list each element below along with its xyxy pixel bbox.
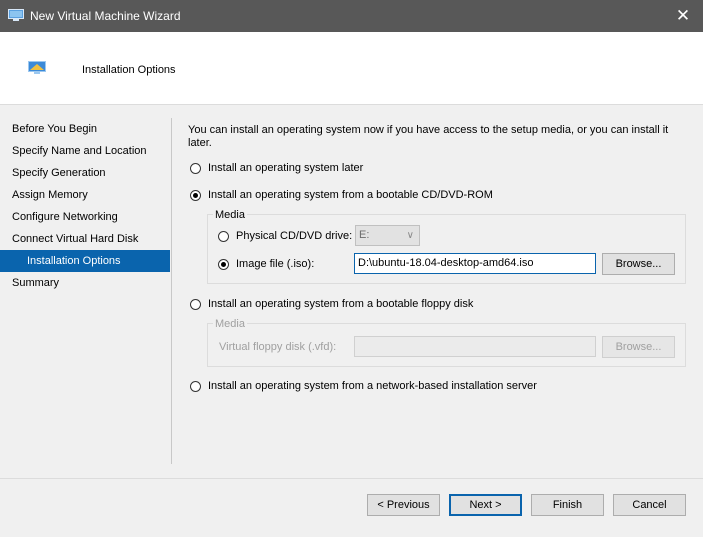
install-network-label: Install an operating system from a netwo… bbox=[208, 380, 537, 392]
wizard-header: Installation Options bbox=[0, 32, 703, 105]
install-network-radio[interactable] bbox=[190, 380, 201, 392]
installation-options-icon bbox=[28, 61, 46, 74]
floppy-disk-path-input[interactable] bbox=[354, 336, 596, 357]
nav-item-configure-networking[interactable]: Configure Networking bbox=[0, 206, 170, 228]
nav-item-specify-name-and-location[interactable]: Specify Name and Location bbox=[0, 140, 170, 162]
install-later-label: Install an operating system later bbox=[208, 162, 364, 174]
virtual-machine-icon bbox=[8, 9, 24, 21]
option-install-later[interactable]: Install an operating system later bbox=[190, 162, 363, 174]
install-cd-dvd-label: Install an operating system from a boota… bbox=[208, 189, 493, 201]
nav-item-installation-options[interactable]: Installation Options bbox=[0, 250, 170, 272]
nav-item-summary[interactable]: Summary bbox=[0, 272, 170, 294]
physical-drive-label: Physical CD/DVD drive: bbox=[236, 230, 353, 242]
option-physical-drive[interactable]: Physical CD/DVD drive: bbox=[218, 230, 352, 242]
option-image-file[interactable]: Image file (.iso): bbox=[218, 258, 314, 270]
previous-button[interactable]: < Previous bbox=[367, 494, 440, 516]
next-button[interactable]: Next > bbox=[449, 494, 522, 516]
image-file-path-input[interactable]: D:\ubuntu-18.04-desktop-amd64.iso bbox=[354, 253, 596, 274]
cd-media-legend: Media bbox=[213, 209, 247, 221]
close-icon: ✕ bbox=[675, 6, 691, 25]
nav-item-specify-generation[interactable]: Specify Generation bbox=[0, 162, 170, 184]
install-cd-dvd-radio[interactable] bbox=[190, 189, 201, 201]
description-text: You can install an operating system now … bbox=[188, 124, 669, 149]
option-install-network[interactable]: Install an operating system from a netwo… bbox=[190, 380, 537, 392]
chevron-down-icon: ∨ bbox=[406, 230, 414, 241]
image-file-label: Image file (.iso): bbox=[236, 258, 315, 270]
close-button[interactable]: ✕ bbox=[663, 0, 703, 32]
wizard-steps-nav: Before You Begin Specify Name and Locati… bbox=[0, 118, 170, 294]
image-file-radio[interactable] bbox=[218, 258, 229, 270]
install-floppy-label: Install an operating system from a boota… bbox=[208, 298, 474, 310]
install-later-radio[interactable] bbox=[190, 162, 201, 174]
floppy-disk-label: Virtual floppy disk (.vfd): bbox=[219, 341, 337, 353]
browse-iso-button[interactable]: Browse... bbox=[602, 253, 675, 275]
physical-drive-value: E: bbox=[359, 229, 370, 241]
option-install-cd-dvd[interactable]: Install an operating system from a boota… bbox=[190, 189, 493, 201]
title-bar: New Virtual Machine Wizard ✕ bbox=[0, 0, 703, 32]
page-title: Installation Options bbox=[82, 64, 176, 76]
cancel-button[interactable]: Cancel bbox=[613, 494, 686, 516]
install-floppy-radio[interactable] bbox=[190, 298, 201, 310]
option-install-floppy[interactable]: Install an operating system from a boota… bbox=[190, 298, 473, 310]
nav-divider bbox=[171, 118, 172, 464]
nav-item-connect-virtual-hard-disk[interactable]: Connect Virtual Hard Disk bbox=[0, 228, 170, 250]
nav-item-before-you-begin[interactable]: Before You Begin bbox=[0, 118, 170, 140]
browse-floppy-button[interactable]: Browse... bbox=[602, 336, 675, 358]
physical-drive-radio[interactable] bbox=[218, 230, 229, 242]
physical-drive-select[interactable]: E: ∨ bbox=[355, 225, 420, 246]
floppy-media-legend: Media bbox=[213, 318, 247, 330]
nav-item-assign-memory[interactable]: Assign Memory bbox=[0, 184, 170, 206]
finish-button[interactable]: Finish bbox=[531, 494, 604, 516]
window-title: New Virtual Machine Wizard bbox=[30, 9, 181, 23]
